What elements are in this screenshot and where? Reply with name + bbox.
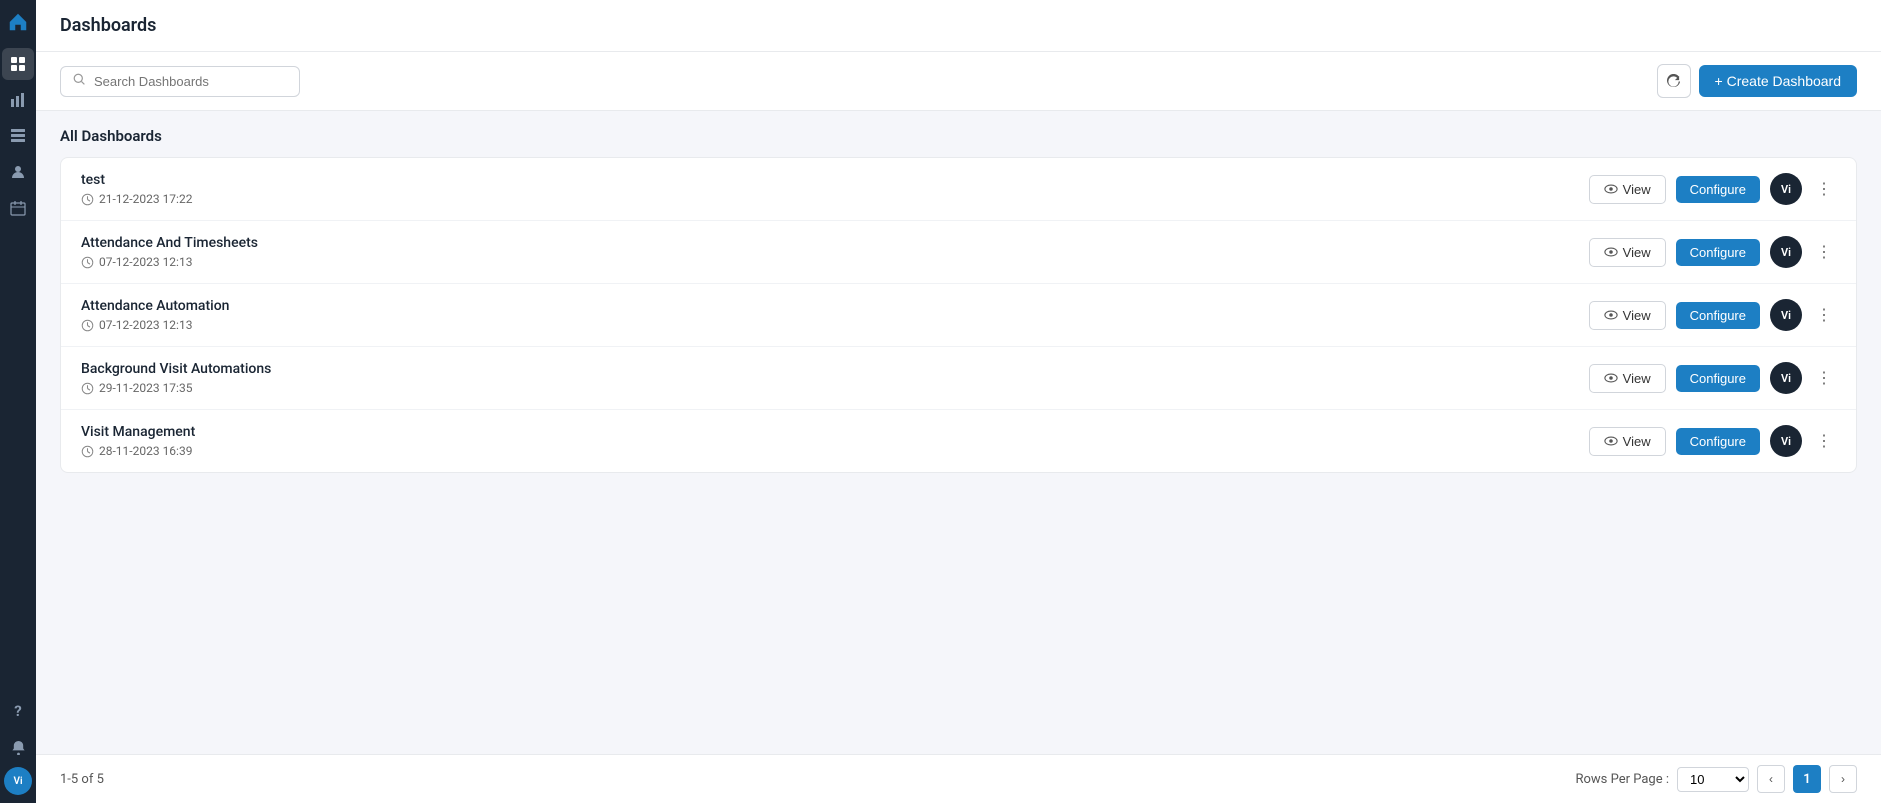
view-button[interactable]: View xyxy=(1589,427,1666,456)
user-avatar: Vi xyxy=(1770,425,1802,457)
dashboard-actions: View Configure Vi ⋮ xyxy=(1589,362,1836,394)
sidebar-item-users[interactable] xyxy=(2,156,34,188)
dashboard-info: Attendance Automation 07-12-2023 12:13 xyxy=(81,298,229,332)
dashboard-name: Background Visit Automations xyxy=(81,361,271,377)
dashboard-actions: View Configure Vi ⋮ xyxy=(1589,299,1836,331)
app-logo xyxy=(4,8,32,36)
next-page-button[interactable]: › xyxy=(1829,765,1857,793)
topbar: Dashboards xyxy=(36,0,1881,52)
more-options-button[interactable]: ⋮ xyxy=(1812,427,1836,455)
count-label: 1-5 of 5 xyxy=(60,772,104,787)
view-button[interactable]: View xyxy=(1589,175,1666,204)
search-box[interactable] xyxy=(60,66,300,97)
dashboard-list: test 21-12-2023 17:22 View xyxy=(60,157,1857,473)
current-page: 1 xyxy=(1793,765,1821,793)
main-content: Dashboards + Create Dashboard All Dashbo… xyxy=(36,0,1881,803)
rows-per-page-label: Rows Per Page : xyxy=(1575,772,1669,787)
sidebar-item-charts[interactable] xyxy=(2,84,34,116)
dashboard-info: Visit Management 28-11-2023 16:39 xyxy=(81,424,195,458)
user-avatar: Vi xyxy=(1770,236,1802,268)
page-title: Dashboards xyxy=(60,15,156,36)
dashboard-row: Attendance And Timesheets 07-12-2023 12:… xyxy=(61,221,1856,284)
dashboard-info: Background Visit Automations 29-11-2023 … xyxy=(81,361,271,395)
content-area: All Dashboards test 21-12-2023 17:22 xyxy=(36,111,1881,754)
user-avatar-small[interactable]: Vi xyxy=(4,767,32,795)
sidebar-item-tables[interactable] xyxy=(2,120,34,152)
sidebar: ? Vi xyxy=(0,0,36,803)
create-dashboard-button[interactable]: + Create Dashboard xyxy=(1699,65,1857,97)
dashboard-row: Attendance Automation 07-12-2023 12:13 xyxy=(61,284,1856,347)
dashboard-timestamp: 29-11-2023 17:35 xyxy=(81,381,271,395)
sidebar-bottom: ? Vi xyxy=(2,695,34,795)
dashboard-timestamp: 07-12-2023 12:13 xyxy=(81,318,229,332)
user-avatar: Vi xyxy=(1770,173,1802,205)
view-button[interactable]: View xyxy=(1589,364,1666,393)
dashboard-name: Attendance Automation xyxy=(81,298,229,314)
dashboard-actions: View Configure Vi ⋮ xyxy=(1589,236,1836,268)
sidebar-item-notifications[interactable] xyxy=(2,731,34,763)
search-input[interactable] xyxy=(94,74,287,89)
refresh-button[interactable] xyxy=(1657,64,1691,98)
dashboard-info: Attendance And Timesheets 07-12-2023 12:… xyxy=(81,235,258,269)
footer: 1-5 of 5 Rows Per Page : 102550100 ‹ 1 › xyxy=(36,754,1881,803)
sidebar-item-help[interactable]: ? xyxy=(2,695,34,727)
more-options-button[interactable]: ⋮ xyxy=(1812,238,1836,266)
search-icon xyxy=(73,73,86,90)
dashboard-name: Attendance And Timesheets xyxy=(81,235,258,251)
dashboard-name: test xyxy=(81,172,192,188)
dashboard-actions: View Configure Vi ⋮ xyxy=(1589,173,1836,205)
more-options-button[interactable]: ⋮ xyxy=(1812,175,1836,203)
user-avatar: Vi xyxy=(1770,362,1802,394)
more-options-button[interactable]: ⋮ xyxy=(1812,301,1836,329)
dashboard-timestamp: 28-11-2023 16:39 xyxy=(81,444,195,458)
dashboard-row: Background Visit Automations 29-11-2023 … xyxy=(61,347,1856,410)
configure-button[interactable]: Configure xyxy=(1676,428,1760,455)
configure-button[interactable]: Configure xyxy=(1676,176,1760,203)
dashboard-row: test 21-12-2023 17:22 View xyxy=(61,158,1856,221)
view-button[interactable]: View xyxy=(1589,238,1666,267)
section-title: All Dashboards xyxy=(60,111,1857,157)
configure-button[interactable]: Configure xyxy=(1676,365,1760,392)
more-options-button[interactable]: ⋮ xyxy=(1812,364,1836,392)
toolbar: + Create Dashboard xyxy=(36,52,1881,111)
configure-button[interactable]: Configure xyxy=(1676,239,1760,266)
pagination: Rows Per Page : 102550100 ‹ 1 › xyxy=(1575,765,1857,793)
dashboard-info: test 21-12-2023 17:22 xyxy=(81,172,192,206)
dashboard-name: Visit Management xyxy=(81,424,195,440)
rows-per-page-select[interactable]: 102550100 xyxy=(1677,767,1749,792)
rows-per-page: Rows Per Page : 102550100 xyxy=(1575,767,1749,792)
user-avatar: Vi xyxy=(1770,299,1802,331)
prev-page-button[interactable]: ‹ xyxy=(1757,765,1785,793)
sidebar-item-dashboard[interactable] xyxy=(2,48,34,80)
dashboard-timestamp: 21-12-2023 17:22 xyxy=(81,192,192,206)
view-button[interactable]: View xyxy=(1589,301,1666,330)
toolbar-actions: + Create Dashboard xyxy=(1657,64,1857,98)
sidebar-item-calendar[interactable] xyxy=(2,192,34,224)
dashboard-row: Visit Management 28-11-2023 16:39 xyxy=(61,410,1856,472)
dashboard-timestamp: 07-12-2023 12:13 xyxy=(81,255,258,269)
dashboard-actions: View Configure Vi ⋮ xyxy=(1589,425,1836,457)
configure-button[interactable]: Configure xyxy=(1676,302,1760,329)
